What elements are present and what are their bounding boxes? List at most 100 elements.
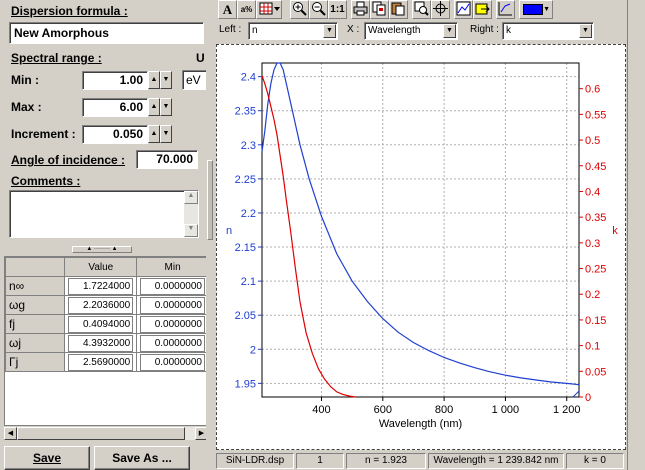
corner-cell <box>5 257 66 277</box>
value-cell[interactable]: 2.5690000 <box>64 352 138 372</box>
left-axis-select[interactable]: n ▼ <box>248 22 338 40</box>
x-axis-select[interactable]: Wavelength ▼ <box>364 22 458 40</box>
font-button[interactable]: A <box>218 0 237 19</box>
value-cell[interactable]: 4.3932000 <box>64 333 138 353</box>
splitter-grip-icon[interactable]: ▲ ········ ▲ <box>72 246 132 253</box>
copy-icon[interactable] <box>370 0 389 19</box>
angle-of-incidence-input[interactable]: 70.000 <box>136 150 198 169</box>
angle-of-incidence-label: Angle of incidence : <box>11 153 126 167</box>
table-row[interactable]: Γj 2.5690000 0.0000000 <box>5 352 207 372</box>
scroll-up-icon[interactable]: ▲ <box>184 191 198 204</box>
chevron-down-icon[interactable]: ▼ <box>323 24 336 38</box>
min-spin-up[interactable]: ▲ <box>148 71 160 89</box>
table-row[interactable]: n∞ 1.7224000 0.0000000 <box>5 276 207 296</box>
zoom-out-icon[interactable] <box>309 0 328 19</box>
min-cell[interactable]: 0.0000000 <box>136 276 207 296</box>
value-cell[interactable]: 0.4094000 <box>64 314 138 334</box>
table-row[interactable]: fj 0.4094000 0.0000000 <box>5 314 207 334</box>
increment-input[interactable]: 0.050 <box>82 125 148 144</box>
copy-icon-graphic <box>372 1 386 16</box>
increment-spin-down[interactable]: ▼ <box>160 125 172 143</box>
one-to-one-zoom-button[interactable]: 1:1 <box>328 0 347 19</box>
fill-pattern-icon[interactable] <box>256 0 282 19</box>
min-spin-down[interactable]: ▼ <box>160 71 172 89</box>
min-cell[interactable]: 0.0000000 <box>136 314 207 334</box>
chart-svg[interactable]: 400 600 800 1 000 1 200 1.95 2 2.05 2.1 2.15 2.2 2.… <box>217 45 625 449</box>
status-index: 1 <box>296 453 344 469</box>
crosshair-icon[interactable] <box>431 0 450 19</box>
grid-horizontal-scrollbar[interactable]: ◀ ▶ <box>4 427 208 440</box>
y-left-tick-label: 2.2 <box>241 208 256 220</box>
value-text: 1.7224000 <box>68 277 134 295</box>
min-label: Min : <box>11 73 39 87</box>
min-cell[interactable]: 0.0000000 <box>136 333 207 353</box>
max-spin-down[interactable]: ▼ <box>160 98 172 116</box>
y-left-tick-label: 2.4 <box>241 72 256 84</box>
min-text: 0.0000000 <box>140 315 205 333</box>
min-cell[interactable]: 0.0000000 <box>136 295 207 315</box>
chevron-down-icon[interactable]: ▼ <box>443 24 456 38</box>
zoom-in-icon[interactable] <box>290 0 309 19</box>
left-axis-label: Left : <box>219 24 242 35</box>
scroll-thumb[interactable] <box>17 427 185 440</box>
print-icon[interactable] <box>351 0 370 19</box>
value-cell[interactable]: 1.7224000 <box>64 276 138 296</box>
value-cell[interactable]: 2.2036000 <box>64 295 138 315</box>
comments-textarea[interactable]: ▲ ▼ <box>9 190 199 238</box>
scroll-down-icon[interactable]: ▼ <box>184 224 198 237</box>
paste-icon[interactable] <box>389 0 408 19</box>
save-button-label: Save <box>32 451 62 465</box>
min-input[interactable]: 1.00 <box>82 71 148 90</box>
table-row[interactable]: ωj 4.3932000 0.0000000 <box>5 333 207 353</box>
save-as-button[interactable]: Save As ... <box>94 446 190 470</box>
value-text: 2.2036000 <box>68 296 134 314</box>
percent-format-icon[interactable]: a% <box>237 0 256 19</box>
parameter-table: Value Min n∞ 1.7224000 0.0000000 ωg 2.20… <box>5 257 207 372</box>
export-icon-graphic <box>475 3 490 15</box>
toolbar: A a% 1:1 ▼ <box>218 0 645 20</box>
min-cell[interactable]: 0.0000000 <box>136 352 207 372</box>
comments-scrollbar[interactable]: ▲ ▼ <box>184 191 198 237</box>
left-panel: Dispersion formula : New Amorphous Spect… <box>0 0 212 470</box>
paste-icon-graphic <box>391 2 405 16</box>
y-left-tick-label: 2 <box>250 344 256 356</box>
y-left-tick-label: 2.25 <box>235 174 256 186</box>
y-right-tick-label: 0.2 <box>585 289 600 301</box>
x-axis-value: Wavelength <box>368 25 421 36</box>
y-right-tick-label: 0 <box>585 392 591 404</box>
y-right-tick-label: 0.4 <box>585 186 600 198</box>
max-spin-up[interactable]: ▲ <box>148 98 160 116</box>
chevron-down-icon: ▼ <box>543 6 550 13</box>
plot-icon[interactable] <box>496 0 515 19</box>
increment-spin-up[interactable]: ▲ <box>148 125 160 143</box>
scroll-left-icon[interactable]: ◀ <box>4 427 17 440</box>
right-axis-value: k <box>506 25 511 36</box>
status-file: SiN-LDR.dsp <box>216 453 294 469</box>
value-text: 0.4094000 <box>68 315 134 333</box>
max-input[interactable]: 6.00 <box>82 98 148 117</box>
row-label: n∞ <box>5 276 66 296</box>
table-row[interactable]: ωg 2.2036000 0.0000000 <box>5 295 207 315</box>
chevron-down-icon[interactable]: ▼ <box>579 24 592 38</box>
window-right-border <box>627 0 645 470</box>
row-label: ωj <box>5 333 66 353</box>
save-button[interactable]: Save <box>4 446 90 470</box>
chart-panel[interactable]: 400 600 800 1 000 1 200 1.95 2 2.05 2.1 2.15 2.2 2.… <box>216 44 626 450</box>
unit-value: eV <box>186 73 201 87</box>
dispersion-formula-field[interactable]: New Amorphous <box>9 22 204 44</box>
row-label: fj <box>5 314 66 334</box>
vertical-splitter[interactable] <box>206 0 214 470</box>
y-left-tick-label: 2.1 <box>241 276 256 288</box>
color-picker[interactable]: ▼ <box>519 0 553 19</box>
export-icon[interactable] <box>473 0 492 19</box>
save-as-button-label: Save As ... <box>112 451 172 465</box>
splitter-handle-icon[interactable] <box>207 160 213 240</box>
y-right-tick-label: 0.15 <box>585 315 606 327</box>
graph-icon[interactable] <box>454 0 473 19</box>
zoom-fit-icon[interactable] <box>412 0 431 19</box>
y-left-tick-label: 1.95 <box>235 378 256 390</box>
unit-select[interactable]: eV <box>182 70 208 90</box>
right-axis-select[interactable]: k ▼ <box>502 22 594 40</box>
y-right-tick-label: 0.6 <box>585 84 600 96</box>
y-left-axis-title: n <box>226 225 232 237</box>
